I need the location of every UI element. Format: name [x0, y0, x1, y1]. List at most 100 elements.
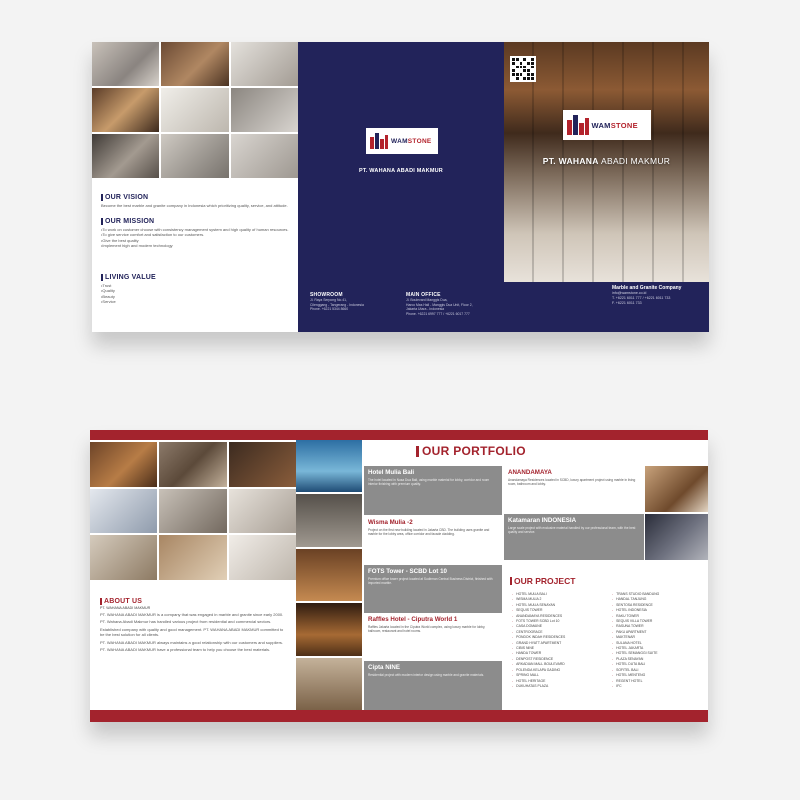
dash-icon: - [512, 683, 514, 688]
wamstone-logo: WAMSTONE [366, 128, 438, 154]
logo-wordmark: WAMSTONE [391, 138, 432, 145]
about-paragraph: PT. WAHANA ABADI MAKMUR always maintains… [100, 639, 284, 645]
interior-photo [228, 535, 296, 580]
portfolio-photo-strip [296, 440, 362, 711]
about-paragraph: PT. WAHANA ABADI MAKMUR is a company tha… [100, 612, 284, 617]
logo-wam: WAM [391, 137, 408, 145]
top-red-band [90, 430, 708, 440]
portfolio-card-title: FOTS Tower - SCBD Lot 10 [368, 568, 447, 575]
interior-photo [228, 488, 296, 534]
portfolio-title-text: OUR PORTFOLIO [422, 444, 526, 458]
cover-logo-wrapper: WAMSTONE [504, 110, 709, 140]
values-heading: LIVING VALUE [101, 274, 291, 281]
address-line: Phone. +6221 6997 777 / +6221 6017 777 [406, 311, 470, 316]
portfolio-card-text: The hotel located in Nusa Dua Bali, usin… [368, 478, 490, 487]
cover-panel: WAMSTONE PT. WAHANA ABADI MAKMUR Marble … [504, 42, 709, 332]
portfolio-card-text: Large scale project with exclusive mater… [508, 526, 636, 535]
logo-stone: STONE [407, 137, 432, 145]
portfolio-card: Raffles Hotel - Ciputra World 1 Raffles … [364, 613, 502, 662]
about-heading-text: ABOUT US [104, 598, 143, 605]
logo-bars-icon [566, 115, 589, 135]
interior-photo [92, 88, 160, 132]
company-name: PT. WAHANA ABADI MAKMUR [359, 168, 443, 174]
project-photo [296, 440, 362, 493]
interior-photo [159, 442, 227, 487]
project-list: - HOTEL MULIA BALI - WISMA MULIA 2- HOTEL MU… [512, 592, 608, 689]
portfolio-card-title: Raffles Hotel - Ciputra World 1 [368, 616, 458, 623]
vision-text: Become the best marble and granite compa… [101, 203, 288, 208]
about-heading: ABOUT US [100, 598, 288, 605]
logo-bars-icon [370, 133, 388, 149]
portfolio-title: OUR PORTFOLIO [416, 444, 526, 458]
interior-photo [161, 42, 229, 86]
about-paragraph: PT. WAHANA ABADI MAKMUR have a professio… [100, 647, 271, 653]
photo-collage [90, 442, 296, 580]
portfolio-card-title: Hotel Mulia Bali [368, 469, 415, 476]
interior-photo [161, 134, 229, 178]
interior-photo [228, 442, 296, 487]
contact-line: F. +6221 6011 733 [612, 300, 642, 305]
project-photo [296, 548, 362, 602]
project-title-text: OUR PROJECT [514, 576, 576, 586]
address-line: Phone. +6221 5344 8660 [310, 307, 349, 312]
interior-photo [230, 134, 298, 178]
portfolio-card: FOTS Tower - SCBD Lot 10 Premium office … [364, 565, 502, 614]
portfolio-card: Hotel Mulia Bali The hotel located in Nu… [364, 466, 502, 515]
interior-photo [90, 488, 158, 534]
brochure-inside-spread: ABOUT US PT. WAHANA ABADI MAKMUR PT. WAH… [90, 430, 708, 722]
portfolio-card-text: Anandamaya Residences located in SCBD, l… [508, 478, 636, 487]
values-section: LIVING VALUE •Trust •Quality •Beauty •Se… [101, 274, 291, 305]
portfolio-card: Cipta NINE Residential project with mode… [364, 661, 502, 710]
project-title: OUR PROJECT [510, 576, 575, 586]
values-heading-text: LIVING VALUE [105, 274, 156, 281]
wamstone-logo: WAMSTONE [562, 110, 651, 140]
project-photo [296, 494, 362, 547]
interior-photo [92, 134, 160, 178]
project-item: - DUKUHATAS PLAZA [512, 684, 608, 689]
interior-photo [230, 88, 298, 132]
logo-wam: WAM [591, 120, 611, 130]
brochure-outside-spread: OUR VISION Become the best marble and gr… [92, 42, 709, 332]
vision-heading-text: OUR VISION [105, 194, 149, 201]
logo-stone: STONE [610, 120, 638, 130]
project-photo [296, 657, 362, 711]
logo-wordmark: WAMSTONE [592, 121, 638, 130]
company-suffix: ABADI MAKMUR [601, 156, 671, 166]
project-photo [296, 603, 362, 656]
interior-photo [90, 442, 158, 487]
portfolio-card-title: ANANDAMAYA [508, 469, 552, 476]
portfolio-card-text: Premium office tower project located at … [368, 577, 493, 586]
portfolio-card: Wisma Mulia -2 Project on the first new … [364, 516, 502, 565]
interior-photo [92, 42, 160, 86]
vision-heading: OUR VISION [101, 194, 291, 201]
about-panel: ABOUT US PT. WAHANA ABADI MAKMUR PT. WAH… [90, 440, 296, 710]
project-name: DUKUHATAS PLAZA [516, 683, 549, 688]
middle-panel: WAMSTONE PT. WAHANA ABADI MAKMUR SHOWROO… [298, 42, 504, 332]
portfolio-card-text: Residential project with modern interior… [368, 673, 485, 677]
interior-photo [161, 88, 229, 132]
mission-section: OUR MISSION •To work on customer choose … [101, 218, 291, 249]
portfolio-card-text: Raffles Jakarta located in the Ciputra W… [368, 625, 486, 634]
left-panel: OUR VISION Become the best marble and gr… [92, 42, 298, 332]
about-paragraph: Established company with quality and goo… [100, 626, 284, 638]
portfolio-card-title: Wisma Mulia -2 [368, 519, 413, 526]
dash-icon: - [612, 683, 614, 688]
interior-photo [90, 535, 158, 580]
photo-collage [92, 42, 298, 178]
interior-photo [159, 488, 227, 534]
mission-heading: OUR MISSION [101, 218, 291, 225]
interior-photo [159, 535, 227, 580]
about-subheading: PT. WAHANA ABADI MAKMUR [100, 606, 151, 610]
interior-photo [230, 42, 298, 86]
bottom-red-band [90, 710, 708, 722]
cover-company-name: PT. WAHANA ABADI MAKMUR [504, 156, 709, 166]
about-paragraph: PT. Wahana Abadi Makmur has handled vari… [100, 619, 272, 625]
portfolio-card-title: Cipta NINE [368, 664, 400, 671]
project-name: IFC [616, 683, 622, 688]
mission-heading-text: OUR MISSION [105, 218, 155, 225]
mission-item: •Implement high and modern technology [101, 243, 173, 249]
project-list: - TRANS STUDIO BANDUNG - HANDAL TANJUNG - SEN… [612, 592, 708, 689]
main-office-address: MAIN OFFICE Jl. Boulevard Manggis Dua, H… [406, 292, 496, 316]
portfolio-card: Katamaran INDONESIA Large scale project … [504, 514, 644, 560]
value-item: •Service [101, 299, 116, 305]
